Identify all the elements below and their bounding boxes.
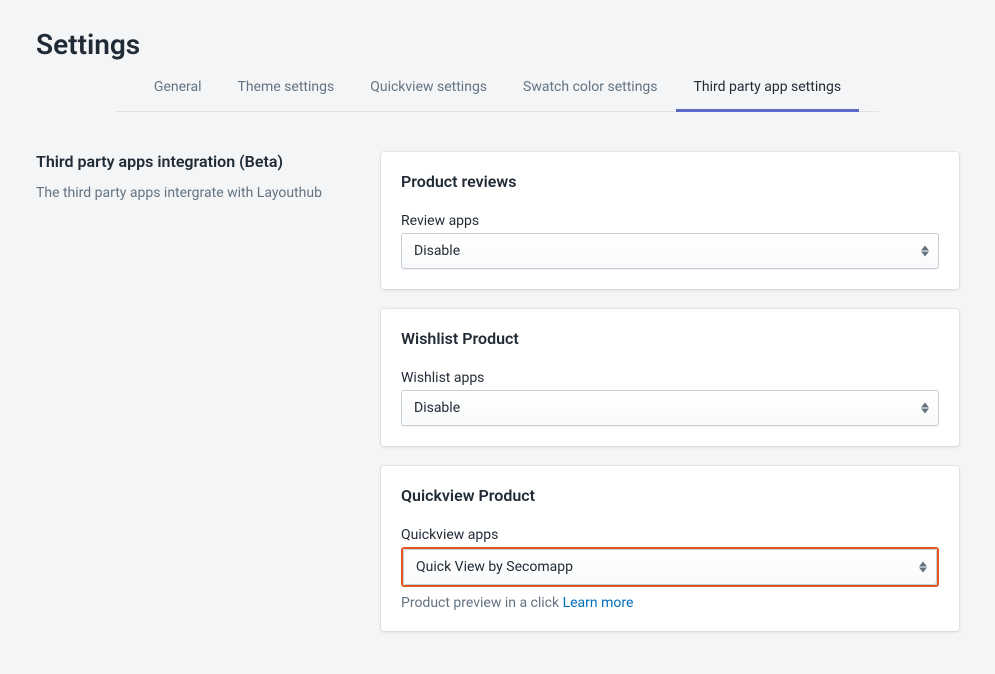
select-review-apps[interactable]: Disable [401,233,939,269]
field-label-review-apps: Review apps [401,213,939,229]
tab-theme-settings[interactable]: Theme settings [220,65,353,112]
card-title-quickview: Quickview Product [401,486,939,505]
card-product-reviews: Product reviews Review apps Disable [381,152,959,289]
select-wrap-review-apps: Disable [401,233,939,269]
learn-more-link[interactable]: Learn more [559,595,633,611]
section-heading: Third party apps integration (Beta) [36,152,361,171]
tabs: General Theme settings Quickview setting… [116,65,879,112]
tab-swatch-color-settings[interactable]: Swatch color settings [505,65,676,112]
card-title-reviews: Product reviews [401,172,939,191]
field-label-quickview-apps: Quickview apps [401,527,939,543]
select-quickview-apps[interactable]: Quick View by Secomapp [403,549,937,585]
page-title: Settings [36,28,959,61]
select-wrap-wishlist-apps: Disable [401,390,939,426]
help-text: Product preview in a click [401,595,559,611]
help-text-quickview: Product preview in a click Learn more [401,595,939,611]
card-quickview-product: Quickview Product Quickview apps Quick V… [381,466,959,631]
card-wishlist-product: Wishlist Product Wishlist apps Disable [381,309,959,446]
select-wishlist-apps[interactable]: Disable [401,390,939,426]
section-description: The third party apps intergrate with Lay… [36,185,361,201]
field-label-wishlist-apps: Wishlist apps [401,370,939,386]
tab-quickview-settings[interactable]: Quickview settings [352,65,505,112]
select-wrap-quickview-apps: Quick View by Secomapp [401,547,939,587]
card-title-wishlist: Wishlist Product [401,329,939,348]
tab-general[interactable]: General [136,65,220,112]
tab-third-party-app-settings[interactable]: Third party app settings [676,65,860,112]
